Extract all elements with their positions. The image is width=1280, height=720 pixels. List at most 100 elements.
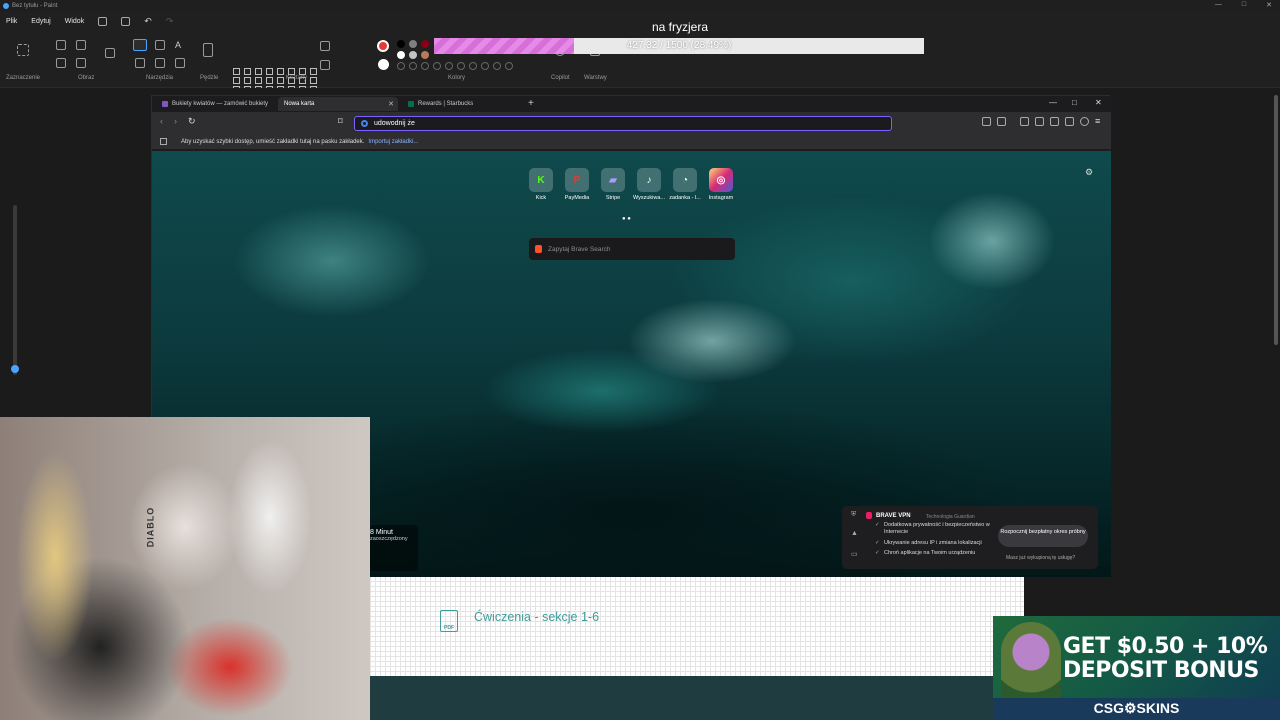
pasted-webpage: PDF Ćwiczenia - sekcje 1-6 xyxy=(370,576,1024,676)
browser-toolbar: ‹ › ↻ ⌑ udowodnij że ≡ xyxy=(152,112,1111,134)
palette-color[interactable] xyxy=(445,62,453,70)
reload-icon[interactable]: ↻ xyxy=(188,116,196,127)
vpn-feature: Ukrywanie adresu IP i zmiana lokalizacji xyxy=(875,540,1002,547)
minimize-icon[interactable]: — xyxy=(1049,98,1057,107)
color1-swatch[interactable] xyxy=(377,40,389,52)
vpn-icon[interactable] xyxy=(1080,117,1089,126)
palette-color[interactable] xyxy=(409,62,417,70)
warning-icon[interactable]: ▲ xyxy=(851,530,858,537)
undo-icon[interactable]: ↶ xyxy=(144,16,152,27)
address-bar[interactable]: udowodnij że xyxy=(354,116,892,131)
vpn-subtitle: Technologia Guardian xyxy=(926,514,975,520)
palette-color[interactable] xyxy=(421,62,429,70)
rewards-icon[interactable] xyxy=(1065,117,1074,126)
top-site-kick[interactable]: K Kick xyxy=(528,168,554,201)
new-tab-button[interactable]: + xyxy=(528,98,534,109)
text-icon[interactable]: A xyxy=(175,40,185,50)
color2-swatch[interactable] xyxy=(378,59,389,70)
shield-icon[interactable]: ⛨ xyxy=(851,511,856,519)
brave-search-box[interactable]: Zapytaj Brave Search xyxy=(529,238,735,260)
palette-color[interactable] xyxy=(505,62,513,70)
back-icon[interactable]: ‹ xyxy=(160,116,163,126)
palette-color[interactable] xyxy=(457,62,465,70)
palette-color[interactable] xyxy=(433,62,441,70)
image-select-icon[interactable] xyxy=(105,48,115,58)
tab-new-tab[interactable]: Nowa karta ✕ xyxy=(278,97,398,111)
vpn-trial-button[interactable]: Rozpocznij bezpłatny okres próbny xyxy=(998,525,1088,547)
palette-color[interactable] xyxy=(409,40,417,48)
maximize-icon[interactable]: □ xyxy=(1242,1,1246,9)
palette-color[interactable] xyxy=(493,62,501,70)
flip-icon[interactable] xyxy=(76,58,86,68)
vpn-already-purchased-link[interactable]: Masz już wykupioną tę usługę? xyxy=(1006,555,1075,561)
color-picker-icon[interactable] xyxy=(155,58,165,68)
magnifier-icon[interactable] xyxy=(175,58,185,68)
sidebar-icon[interactable] xyxy=(1035,117,1044,126)
eraser-icon[interactable] xyxy=(135,58,145,68)
crop-icon[interactable] xyxy=(56,40,66,50)
gear-icon[interactable]: ⚙ xyxy=(1085,167,1093,178)
menu-view[interactable]: Widok xyxy=(65,18,84,25)
top-site-zadanka[interactable]: ◔ zadanka - l... xyxy=(669,168,701,201)
share-icon[interactable] xyxy=(121,16,131,26)
tab-label: Bukiety kwiatów — zamówić bukiety xyxy=(172,101,269,107)
palette-color[interactable] xyxy=(421,40,429,48)
rotate-icon[interactable] xyxy=(56,58,66,68)
close-icon[interactable]: ✕ xyxy=(1095,98,1102,107)
fill-icon[interactable] xyxy=(155,40,165,50)
vertical-scrollbar[interactable] xyxy=(1274,95,1278,345)
palette-color[interactable] xyxy=(421,51,429,59)
save-icon[interactable] xyxy=(98,16,108,26)
palette-color[interactable] xyxy=(469,62,477,70)
tab-starbucks[interactable]: Rewards | Starbucks xyxy=(402,97,522,111)
resize-icon[interactable] xyxy=(76,40,86,50)
wallet-icon[interactable] xyxy=(997,117,1006,126)
palette-color[interactable] xyxy=(397,51,405,59)
palette-color[interactable] xyxy=(397,62,405,70)
select-tool-icon[interactable] xyxy=(17,44,29,56)
top-site-tiktok[interactable]: ♪ Wyszukiwa... xyxy=(633,168,665,201)
menu-file[interactable]: Plik xyxy=(6,18,17,25)
brush-icon[interactable] xyxy=(203,43,213,57)
starbucks-favicon-icon xyxy=(408,101,414,107)
menu-edit[interactable]: Edytuj xyxy=(31,18,50,25)
zoom-slider[interactable] xyxy=(13,205,17,375)
close-tab-icon[interactable]: ✕ xyxy=(388,100,394,108)
vpn-logo-icon xyxy=(866,512,872,519)
forward-icon[interactable]: › xyxy=(174,116,177,126)
palette-color[interactable] xyxy=(409,51,417,59)
maximize-icon[interactable]: □ xyxy=(1072,98,1077,107)
tab-bouquets[interactable]: Bukiety kwiatów — zamówić bukiety xyxy=(156,97,276,111)
top-site-instagram[interactable]: ◎ Instagram xyxy=(708,168,734,201)
display-icon[interactable]: ▭ xyxy=(851,550,858,558)
outline-icon[interactable] xyxy=(320,41,330,51)
goal-title: na fryzjera xyxy=(651,20,709,34)
menu-icon[interactable]: ≡ xyxy=(1095,116,1100,126)
tab-label: Rewards | Starbucks xyxy=(418,101,474,107)
stripe-icon: ▰ xyxy=(601,168,625,192)
extension-icon[interactable] xyxy=(982,117,991,126)
palette-color[interactable] xyxy=(481,62,489,70)
palette-color[interactable] xyxy=(397,40,405,48)
import-bookmarks-link[interactable]: Importuj zakładki... xyxy=(368,139,418,145)
media-icon[interactable] xyxy=(1020,117,1029,126)
minimize-icon[interactable]: — xyxy=(1215,1,1222,9)
pencil-icon[interactable] xyxy=(133,39,147,51)
brave-search-placeholder: Zapytaj Brave Search xyxy=(548,245,611,253)
top-sites-pager[interactable]: ● ● xyxy=(622,216,631,222)
zoom-slider-handle[interactable] xyxy=(11,365,19,373)
tab-strip: Bukiety kwiatów — zamówić bukiety Nowa k… xyxy=(152,96,1111,112)
reader-icon[interactable] xyxy=(1050,117,1059,126)
apps-icon[interactable] xyxy=(160,138,167,145)
close-icon[interactable]: ✕ xyxy=(1266,1,1272,9)
brave-vpn-card: ⛨ ▲ ▭ BRAVE VPN Technologia Guardian Dod… xyxy=(842,506,1098,569)
vpn-title: BRAVE VPN xyxy=(876,513,911,519)
paint-window-title: Bez tytułu - Paint xyxy=(12,3,58,9)
top-site-paymedia[interactable]: P PayMedia xyxy=(564,168,590,201)
top-site-stripe[interactable]: ▰ Stripe xyxy=(600,168,626,201)
bookmark-icon[interactable]: ⌑ xyxy=(338,116,343,127)
address-bar-text[interactable]: udowodnij że xyxy=(374,120,415,127)
shape-fill-icon[interactable] xyxy=(320,60,330,70)
exercise-pdf-link[interactable]: Ćwiczenia - sekcje 1-6 xyxy=(474,610,599,624)
redo-icon[interactable]: ↷ xyxy=(166,16,174,27)
